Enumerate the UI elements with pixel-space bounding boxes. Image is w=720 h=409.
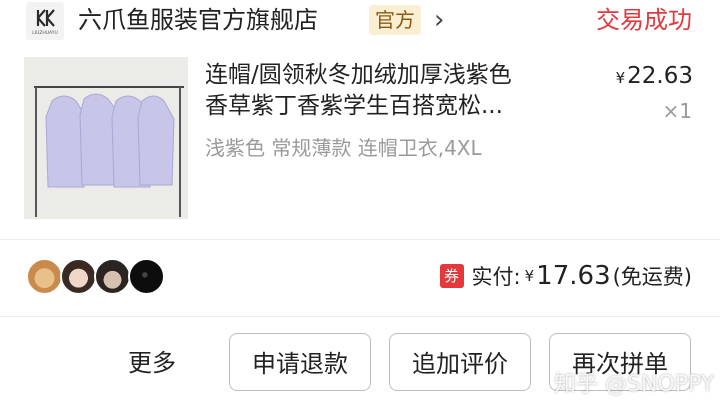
watermark: 知乎 @SNOPPY xyxy=(554,372,715,397)
order-header: LIUZHUAYU 六爪鱼服装官方旗舰店 官方 › 交易成功 xyxy=(0,0,720,44)
paid-amount: 17.63 xyxy=(536,261,611,291)
divider xyxy=(0,239,720,240)
price-currency: ¥ xyxy=(615,69,626,87)
paid-currency: ¥ xyxy=(524,267,535,285)
divider xyxy=(0,316,720,317)
shipping-note: (免运费) xyxy=(612,265,692,289)
hoodie-photo-icon xyxy=(24,57,188,219)
avatar xyxy=(60,258,97,295)
official-badge: 官方 xyxy=(369,5,421,35)
shop-name[interactable]: 六爪鱼服装官方旗舰店 xyxy=(78,4,318,36)
more-button[interactable]: 更多 xyxy=(128,346,176,380)
avatar xyxy=(26,258,63,295)
coupon-badge: 券 xyxy=(439,264,464,288)
order-status: 交易成功 xyxy=(596,6,692,34)
paid-summary: 券 实付: ¥ 17.63 (免运费) xyxy=(439,258,692,294)
shop-logo[interactable]: LIUZHUAYU xyxy=(26,2,64,40)
chevron-right-icon[interactable]: › xyxy=(434,4,444,36)
add-review-button[interactable]: 追加评价 xyxy=(389,333,531,391)
shop-logo-icon: LIUZHUAYU xyxy=(32,9,58,36)
avatar xyxy=(94,258,131,295)
shop-logo-text: LIUZHUAYU xyxy=(32,30,58,36)
product-price: ¥22.63 xyxy=(616,61,693,93)
product-title-line1: 连帽/圆领秋冬加绒加厚浅紫色 xyxy=(205,62,512,88)
price-value: 22.63 xyxy=(627,63,693,89)
avatar xyxy=(128,258,165,295)
product-spec: 浅紫色 常规薄款 连帽卫衣,4XL xyxy=(205,136,482,160)
product-image[interactable] xyxy=(24,57,188,219)
product-quantity: ×1 xyxy=(662,99,692,123)
paid-label: 实付: xyxy=(471,265,521,289)
refund-button[interactable]: 申请退款 xyxy=(229,333,371,391)
product-title[interactable]: 连帽/圆领秋冬加绒加厚浅紫色 香草紫丁香紫学生百搭宽松... xyxy=(205,60,585,122)
product-title-line2: 香草紫丁香紫学生百搭宽松... xyxy=(205,93,503,119)
